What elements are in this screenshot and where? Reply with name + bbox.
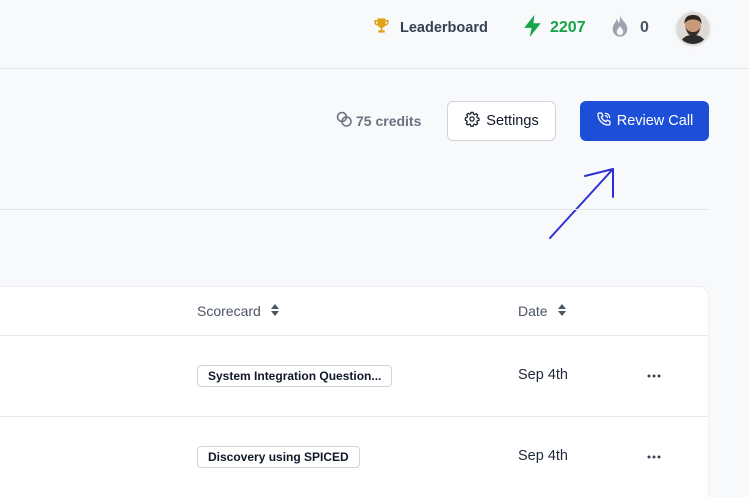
leaderboard-label: Leaderboard bbox=[400, 20, 488, 36]
more-options-icon[interactable] bbox=[646, 447, 662, 467]
trophy-icon bbox=[372, 16, 391, 40]
credits-indicator: 75 credits bbox=[336, 111, 421, 131]
more-options-icon[interactable] bbox=[646, 366, 662, 386]
settings-button[interactable]: Settings bbox=[447, 101, 556, 141]
flame-icon bbox=[610, 14, 630, 42]
calls-table: Scorecard Date System Integration Questi… bbox=[0, 286, 709, 497]
phone-call-icon bbox=[596, 111, 612, 131]
row-date: Sep 4th bbox=[518, 448, 568, 464]
streak-value: 0 bbox=[640, 19, 649, 36]
review-call-label: Review Call bbox=[616, 113, 694, 129]
scorecard-badge: System Integration Question... bbox=[197, 365, 393, 387]
credits-text: 75 credits bbox=[356, 113, 422, 129]
top-bar: Leaderboard 2207 0 bbox=[0, 0, 749, 69]
review-call-button[interactable]: Review Call bbox=[580, 101, 709, 141]
column-header-scorecard[interactable]: Scorecard bbox=[197, 302, 280, 320]
streak-counter: 0 bbox=[610, 14, 649, 42]
settings-label: Settings bbox=[486, 113, 539, 129]
column-header-date[interactable]: Date bbox=[518, 302, 567, 320]
lightning-icon bbox=[523, 14, 542, 42]
table-header: Scorecard Date bbox=[0, 287, 708, 336]
points-counter: 2207 bbox=[523, 14, 586, 42]
annotation-arrow bbox=[545, 162, 625, 249]
leaderboard-link[interactable]: Leaderboard bbox=[372, 17, 488, 39]
coins-icon bbox=[336, 111, 352, 132]
table-row[interactable]: System Integration Question... Sep 4th bbox=[0, 336, 708, 417]
gear-icon bbox=[464, 111, 480, 131]
column-header-label: Scorecard bbox=[197, 303, 261, 319]
row-date: Sep 4th bbox=[518, 367, 568, 383]
section-divider bbox=[0, 209, 710, 210]
points-value: 2207 bbox=[550, 19, 586, 36]
sort-icon bbox=[557, 303, 567, 320]
table-row[interactable]: Discovery using SPICED Sep 4th bbox=[0, 417, 708, 497]
user-avatar[interactable] bbox=[677, 12, 709, 44]
column-header-label: Date bbox=[518, 303, 548, 319]
scorecard-badge: Discovery using SPICED bbox=[197, 446, 360, 468]
sort-icon bbox=[270, 303, 280, 320]
